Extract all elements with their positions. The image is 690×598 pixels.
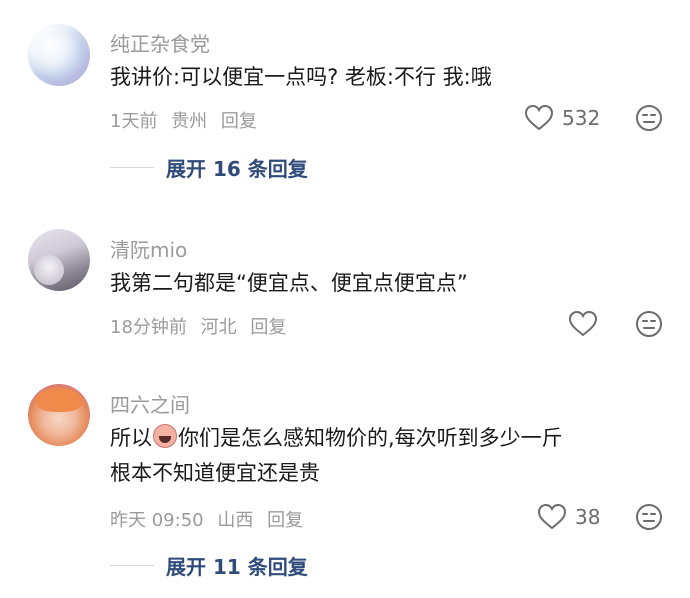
comment-text-part: 你们是怎么感知物价的,每次听到多少一斤 (178, 426, 563, 450)
reply-button[interactable]: 回复 (267, 510, 303, 531)
comment-meta: 18分钟前 河北 回复 (110, 313, 294, 339)
username[interactable]: 清阮mio (110, 234, 187, 263)
dislike-button[interactable] (635, 503, 663, 535)
comment-meta: 昨天 09:50 山西 回复 (110, 506, 311, 532)
comment-location: 山西 (217, 510, 254, 531)
divider (110, 565, 154, 566)
comment-time: 1天前 (110, 111, 158, 132)
meh-face-icon (636, 105, 662, 131)
like-button[interactable] (568, 310, 598, 338)
heart-outline-icon (568, 310, 598, 337)
crying-face-emoji (153, 424, 177, 448)
meh-face-icon (636, 311, 662, 337)
reply-button[interactable]: 回复 (250, 317, 286, 338)
comment-time: 18分钟前 (110, 317, 187, 338)
comment-meta: 1天前 贵州 回复 (110, 107, 265, 133)
divider (110, 167, 154, 168)
like-button[interactable]: 38 (537, 503, 600, 531)
avatar[interactable] (28, 229, 90, 291)
username[interactable]: 四六之间 (110, 389, 190, 418)
dislike-button[interactable] (635, 310, 663, 342)
comment-text-line2: 根本不知道便宜还是贵 (110, 461, 320, 485)
expand-replies-button[interactable]: 展开 11 条回复 (110, 551, 308, 580)
expand-replies-label: 展开 11 条回复 (166, 555, 308, 579)
comment-location: 河北 (200, 317, 237, 338)
meh-face-icon (636, 504, 662, 530)
expand-replies-label: 展开 16 条回复 (166, 157, 308, 181)
comment-location: 贵州 (171, 111, 208, 132)
avatar[interactable] (28, 384, 90, 446)
like-count: 532 (562, 106, 601, 130)
comment-text: 所以 你们是怎么感知物价的,每次听到多少一斤 (110, 423, 563, 454)
heart-outline-icon (524, 104, 554, 131)
like-button[interactable]: 532 (524, 104, 600, 132)
comment-text-part: 所以 (110, 426, 152, 450)
comment-text: 我讲价:可以便宜一点吗? 老板:不行 我:哦 (110, 65, 492, 89)
expand-replies-button[interactable]: 展开 16 条回复 (110, 153, 308, 182)
comment-time: 昨天 09:50 (110, 510, 204, 531)
comment-text: 我第二句都是“便宜点、便宜点便宜点” (110, 271, 468, 295)
heart-outline-icon (537, 503, 567, 530)
dislike-button[interactable] (635, 104, 663, 136)
username[interactable]: 纯正杂食党 (110, 28, 210, 57)
reply-button[interactable]: 回复 (221, 111, 257, 132)
like-count: 38 (575, 505, 601, 529)
avatar[interactable] (28, 24, 90, 86)
